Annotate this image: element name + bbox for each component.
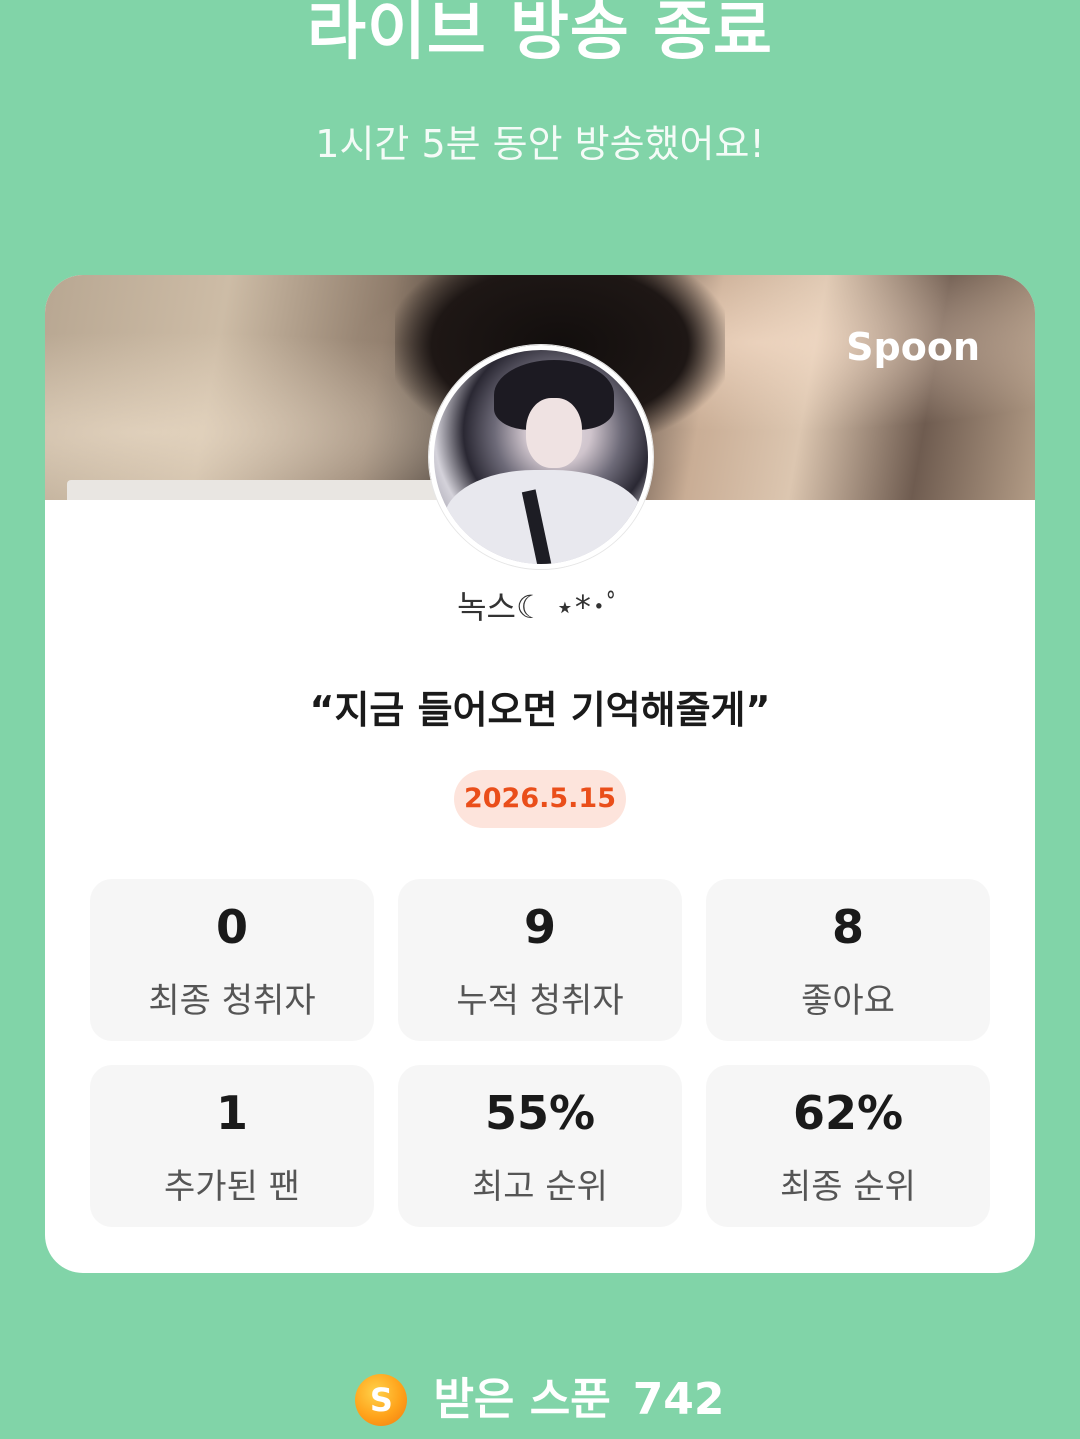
banner-paper bbox=[67, 480, 447, 500]
received-spoons: S 받은 스푼 742 bbox=[0, 1370, 1080, 1430]
stat-label: 최종 청취자 bbox=[148, 981, 316, 1021]
stat-label: 좋아요 bbox=[801, 981, 895, 1021]
stat-best-rank: 55% 최고 순위 bbox=[398, 1065, 682, 1227]
spoon-coin-icon: S bbox=[355, 1374, 408, 1426]
stat-value: 1 bbox=[215, 1086, 248, 1140]
stat-value: 55% bbox=[484, 1086, 596, 1140]
spoon-logo: Spoon bbox=[846, 325, 980, 369]
received-spoons-count: 742 bbox=[632, 1374, 725, 1425]
stat-total-listeners: 9 누적 청취자 bbox=[398, 879, 682, 1041]
avatar[interactable] bbox=[429, 345, 653, 569]
broadcast-duration: 1시간 5분 동안 방송했어요! bbox=[315, 122, 765, 166]
stat-likes: 8 좋아요 bbox=[706, 879, 990, 1041]
stat-label: 추가된 팬 bbox=[164, 1167, 300, 1207]
broadcast-title: “지금 들어오면 기억해줄게” bbox=[309, 688, 771, 732]
avatar-face bbox=[526, 398, 582, 468]
stat-value: 8 bbox=[831, 900, 864, 954]
stat-new-fans: 1 추가된 팬 bbox=[90, 1065, 374, 1227]
date-badge: 2026.5.15 bbox=[454, 770, 626, 828]
stat-label: 최고 순위 bbox=[472, 1167, 608, 1207]
stat-final-listeners: 0 최종 청취자 bbox=[90, 879, 374, 1041]
stat-value: 62% bbox=[792, 1086, 904, 1140]
page-title: 라이브 방송 종료 bbox=[307, 0, 773, 69]
stat-value: 0 bbox=[215, 900, 248, 954]
stat-value: 9 bbox=[523, 900, 556, 954]
broadcast-summary-card: Spoon 녹스☾ ⋆*･ﾟ “지금 들어오면 기억해줄게” 2026.5.15… bbox=[45, 275, 1035, 1273]
dj-nickname: 녹스☾ ⋆*･ﾟ bbox=[457, 588, 623, 626]
stat-label: 누적 청취자 bbox=[456, 981, 624, 1021]
stat-final-rank: 62% 최종 순위 bbox=[706, 1065, 990, 1227]
stat-label: 최종 순위 bbox=[780, 1167, 916, 1207]
received-spoons-label: 받은 스푼 bbox=[433, 1374, 611, 1425]
